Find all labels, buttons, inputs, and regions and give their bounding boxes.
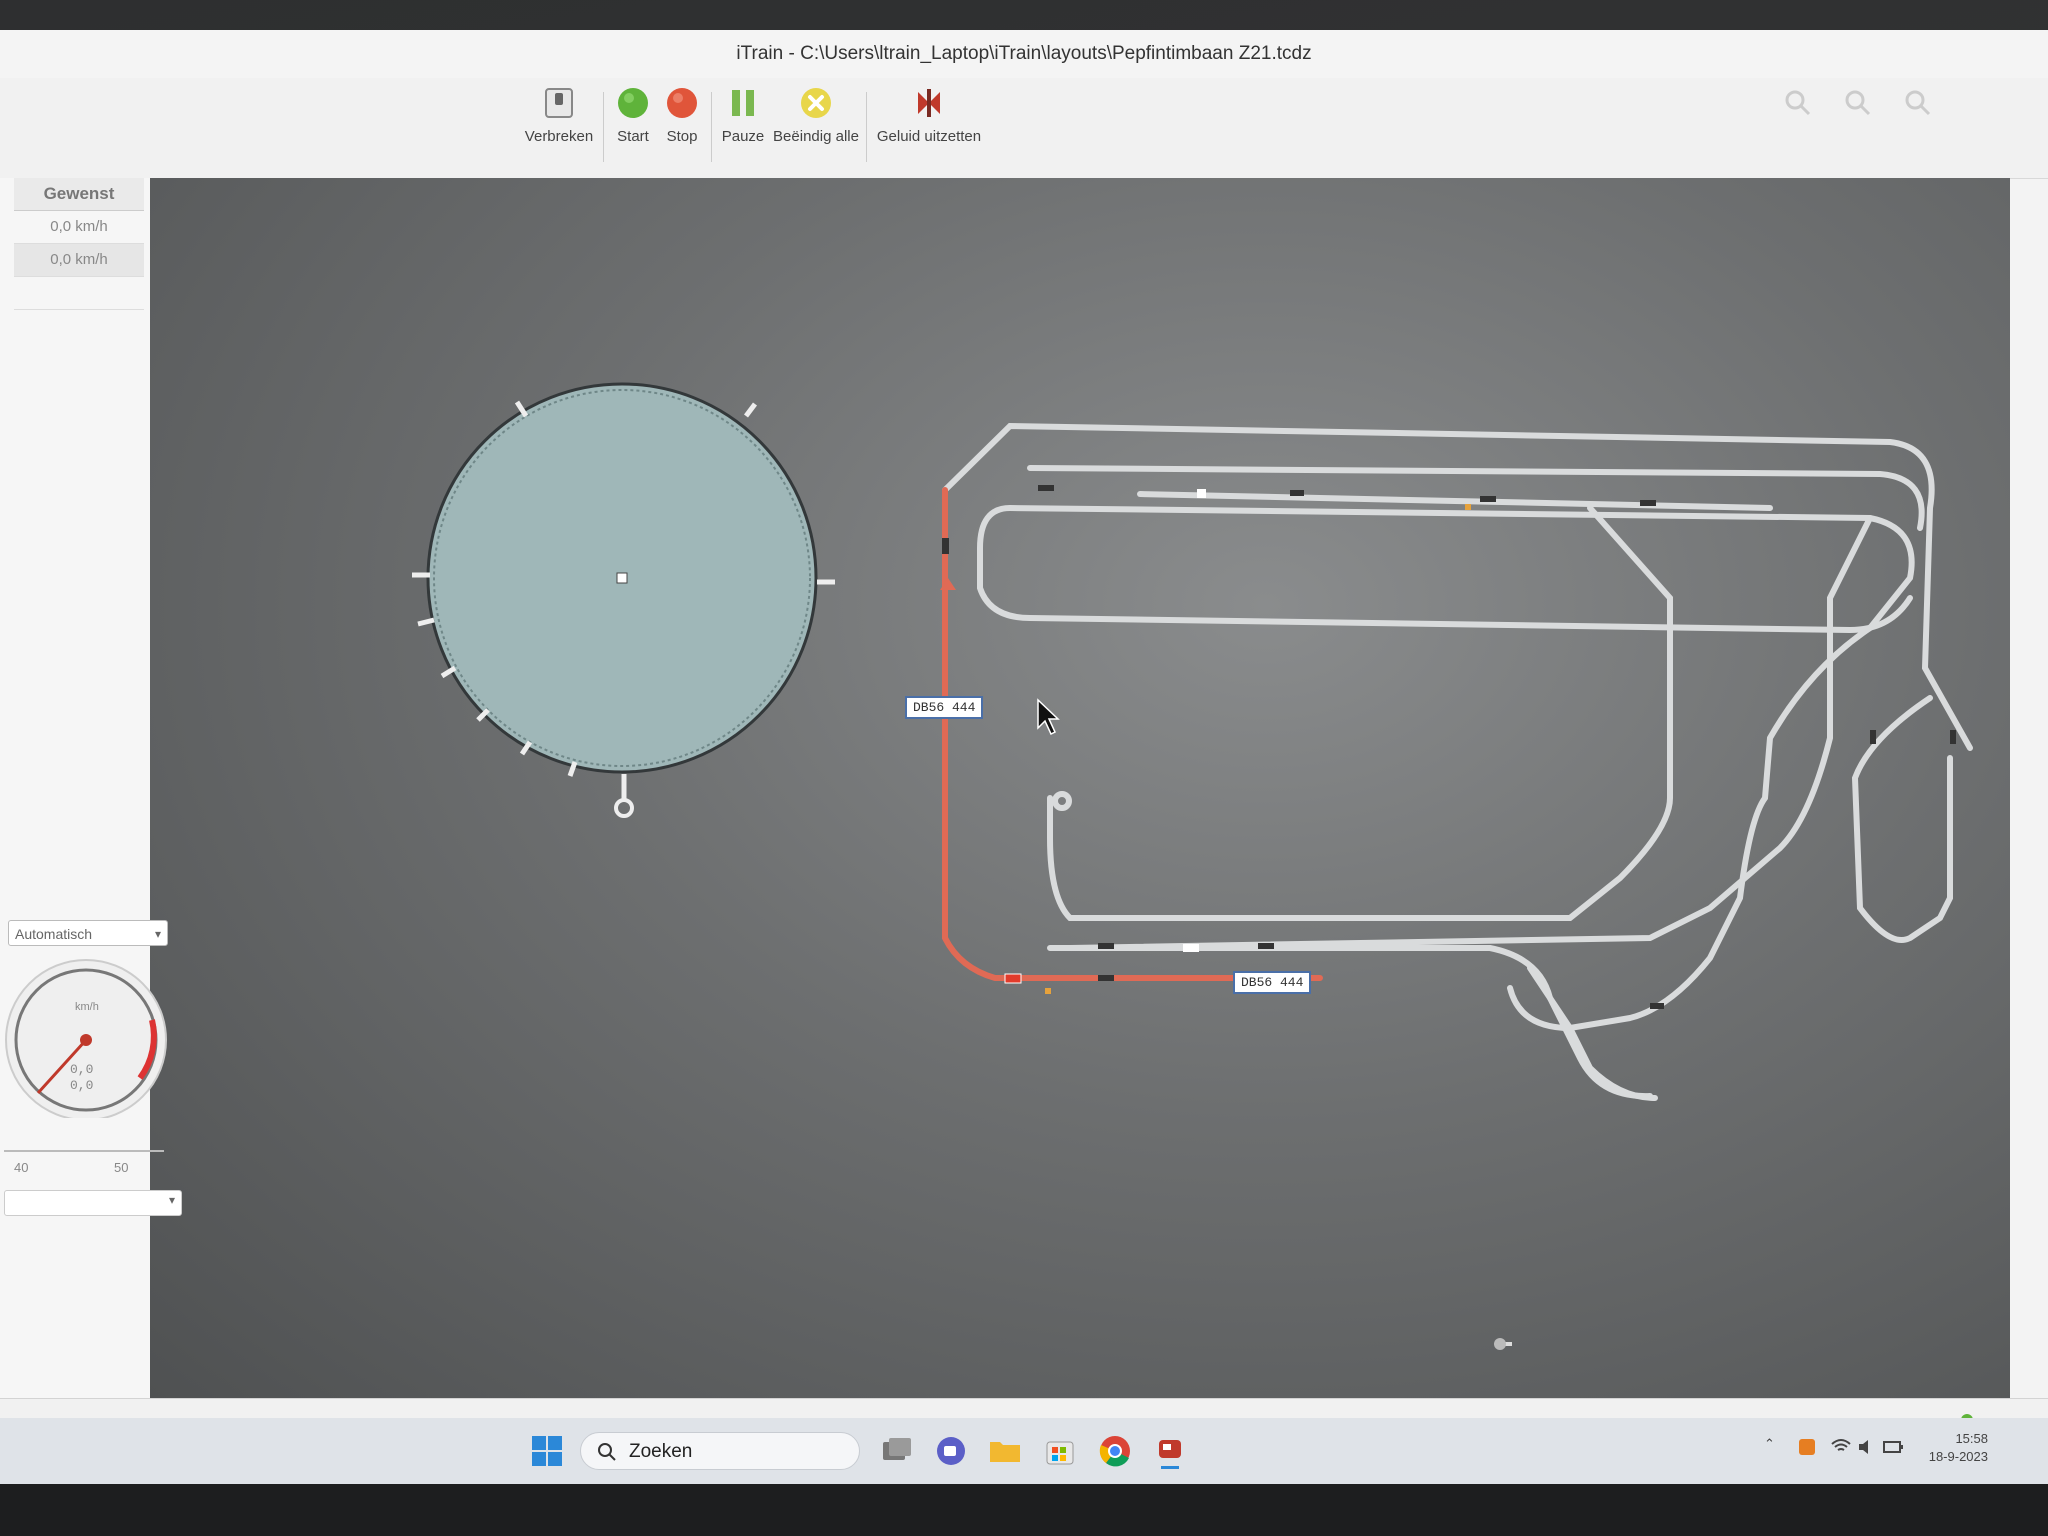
- speed-table: Gewenst 0,0 km/h 0,0 km/h: [14, 178, 144, 310]
- speed-cell: 0,0 km/h: [14, 211, 144, 244]
- monitor-screen: iTrain - C:\Users\ltrain_Laptop\iTrain\l…: [0, 0, 2048, 1536]
- disconnect-button[interactable]: Verbreken: [519, 86, 599, 145]
- slider-tick-label: 40: [14, 1160, 29, 1175]
- slider-tick-label: 50: [114, 1160, 129, 1175]
- sensor-marker[interactable]: [1197, 489, 1206, 498]
- itrain-app-icon[interactable]: [1151, 1432, 1189, 1470]
- wifi-icon[interactable]: [1830, 1436, 1852, 1458]
- chevron-down-icon: ▾: [154, 927, 161, 941]
- switch-icon: [545, 88, 573, 118]
- track-lines[interactable]: [942, 422, 1973, 1101]
- task-view-icon[interactable]: [877, 1432, 915, 1470]
- mute-button[interactable]: Geluid uitzetten: [874, 86, 984, 145]
- monitor-bezel: [0, 1484, 2048, 1536]
- windows-taskbar: Zoeken ⌃ 15:58 18-9-2023: [0, 1418, 2048, 1484]
- chevron-down-icon: ▾: [168, 1193, 175, 1207]
- mode-select-value: Automatisch: [15, 926, 93, 942]
- magnifier-icon: [1905, 90, 1930, 116]
- unit-label: km/h: [75, 1001, 99, 1013]
- zoom-fit-button[interactable]: [1890, 88, 1945, 121]
- end-all-button[interactable]: Beëindig alle: [770, 86, 862, 145]
- sensor-marker[interactable]: [1183, 944, 1199, 952]
- pause-icon: [732, 90, 754, 116]
- end-all-label: Beëindig alle: [773, 128, 859, 145]
- magnifier-icon: [1785, 90, 1810, 116]
- toolbar-separator: [866, 92, 867, 162]
- clock-time: 15:58: [1955, 1431, 1988, 1446]
- turntable[interactable]: [412, 382, 835, 818]
- block-markers: [942, 485, 1956, 1009]
- zoom-in-button[interactable]: [1770, 88, 1825, 121]
- speed-readout: 0,0: [70, 1078, 93, 1093]
- store-icon[interactable]: [1041, 1432, 1079, 1470]
- sensor-marker[interactable]: [1045, 988, 1051, 994]
- chevron-up-icon[interactable]: ⌃: [1764, 1436, 1775, 1452]
- folder-icon[interactable]: [986, 1432, 1024, 1470]
- mute-icon: [918, 89, 940, 117]
- column-header: Gewenst: [14, 178, 144, 211]
- main-toolbar: Verbreken Start Stop Pauze Beëindig alle…: [0, 78, 2048, 179]
- taskbar-search[interactable]: Zoeken: [580, 1432, 860, 1470]
- search-placeholder: Zoeken: [629, 1441, 693, 1462]
- chrome-icon[interactable]: [1096, 1432, 1134, 1470]
- chat-icon[interactable]: [932, 1432, 970, 1470]
- mode-select[interactable]: Automatisch ▾: [8, 920, 168, 946]
- signal-marker[interactable]: [1004, 973, 1022, 984]
- bottom-select[interactable]: ▾: [4, 1190, 182, 1216]
- track-layout[interactable]: [150, 178, 2010, 1398]
- window-titlebar: iTrain - C:\Users\ltrain_Laptop\iTrain\l…: [0, 30, 2048, 78]
- mouse-cursor-icon: [1037, 698, 1060, 736]
- magnifier-icon: [1845, 90, 1870, 116]
- sensor-marker[interactable]: [1465, 504, 1471, 510]
- pause-label: Pauze: [721, 128, 765, 145]
- windows-start-icon[interactable]: [528, 1432, 566, 1470]
- app-window: iTrain - C:\Users\ltrain_Laptop\iTrain\l…: [0, 30, 2048, 1441]
- tray-app-icon[interactable]: [1796, 1436, 1818, 1458]
- battery-icon[interactable]: [1882, 1436, 1904, 1458]
- speed-cell: 0,0 km/h: [14, 244, 144, 277]
- disconnect-label: Verbreken: [524, 128, 594, 145]
- cancel-circle-icon: [801, 88, 831, 118]
- speaker-icon[interactable]: [1856, 1436, 1878, 1458]
- speedometer: km/h 0,0 0,0: [0, 958, 178, 1121]
- system-clock[interactable]: 15:58 18-9-2023: [1918, 1430, 1988, 1466]
- active-route[interactable]: [942, 487, 1323, 981]
- red-circle-icon: [667, 88, 697, 118]
- search-icon: [598, 1443, 616, 1461]
- clock-date: 18-9-2023: [1928, 1449, 1988, 1464]
- zoom-out-button[interactable]: [1830, 88, 1885, 121]
- empty-cell: [14, 277, 144, 310]
- window-title: iTrain - C:\Users\ltrain_Laptop\iTrain\l…: [736, 43, 1312, 64]
- speedometer-gauge: km/h 0,0 0,0: [5, 959, 167, 1121]
- layout-canvas[interactable]: DB56 444 DB56 444: [150, 178, 2010, 1398]
- train-label[interactable]: DB56 444: [905, 696, 984, 719]
- speed-readout: 0,0: [70, 1062, 93, 1077]
- bumper-marker: [1494, 1338, 1506, 1350]
- stop-label: Stop: [666, 128, 698, 145]
- mute-label: Geluid uitzetten: [876, 128, 982, 145]
- train-label[interactable]: DB56 444: [1233, 971, 1312, 994]
- speed-slider[interactable]: 40 50: [4, 1150, 164, 1180]
